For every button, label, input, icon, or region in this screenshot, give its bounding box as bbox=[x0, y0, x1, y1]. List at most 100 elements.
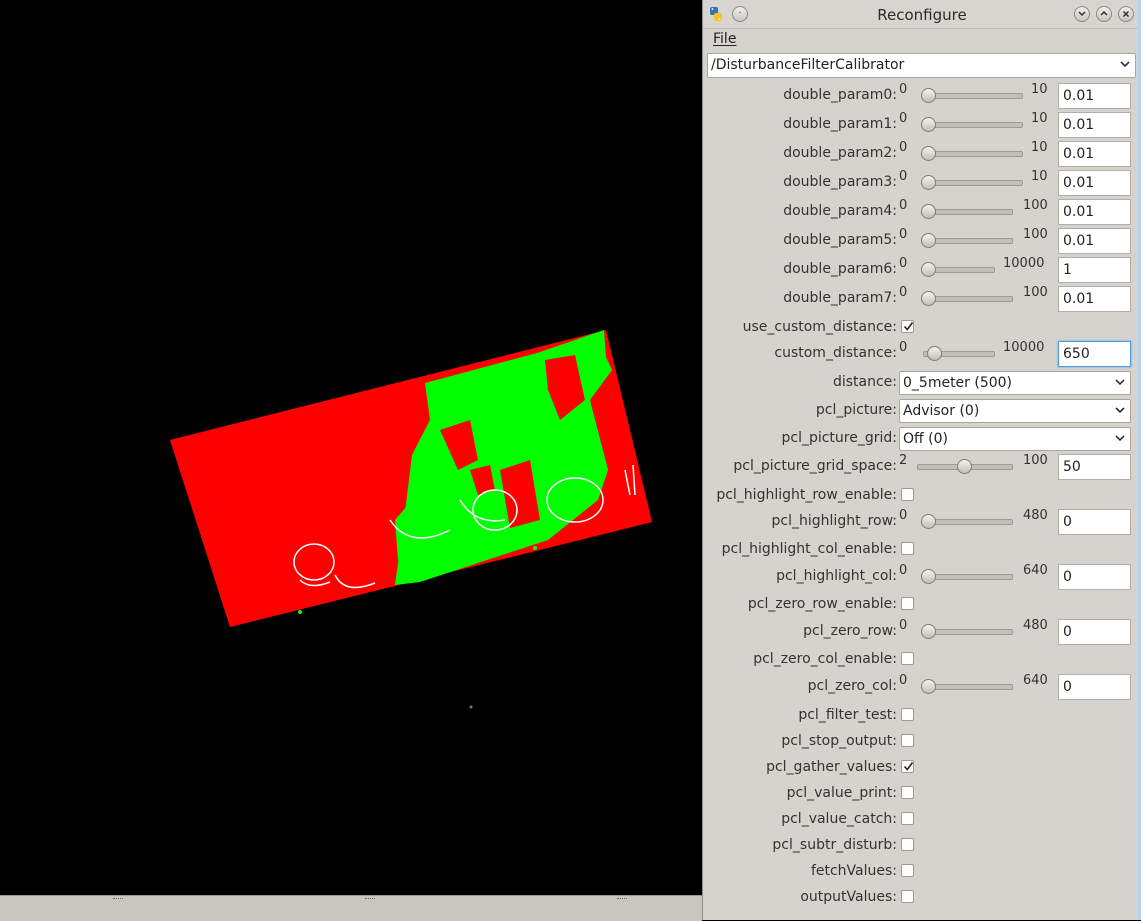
param-row: double_param3: 0 10 0.01 bbox=[703, 169, 1141, 198]
param-checkbox[interactable] bbox=[901, 488, 914, 501]
param-value-field[interactable]: 0.01 bbox=[1058, 83, 1131, 109]
slider-handle[interactable] bbox=[921, 624, 936, 639]
param-checkbox[interactable] bbox=[901, 864, 914, 877]
chevron-up-icon bbox=[1100, 10, 1108, 16]
param-value-field[interactable]: 0.01 bbox=[1058, 112, 1131, 138]
param-value-field[interactable]: 0 bbox=[1058, 564, 1131, 590]
param-checkbox[interactable] bbox=[901, 320, 914, 333]
param-label: double_param7: bbox=[783, 290, 897, 306]
param-label: pcl_value_catch: bbox=[781, 811, 897, 827]
param-label: use_custom_distance: bbox=[742, 319, 897, 335]
dropdown-value: Advisor (0) bbox=[903, 403, 980, 419]
param-label: pcl_zero_row: bbox=[803, 623, 897, 639]
slider-track[interactable] bbox=[921, 151, 1023, 157]
param-checkbox[interactable] bbox=[901, 890, 914, 903]
slider-min-value: 0 bbox=[899, 111, 908, 126]
param-value-field[interactable]: 0 bbox=[1058, 509, 1131, 535]
param-dropdown[interactable]: Advisor (0) bbox=[899, 399, 1131, 423]
slider-handle[interactable] bbox=[921, 262, 936, 277]
param-row: double_param7: 0 100 0.01 bbox=[703, 285, 1141, 314]
param-value-field[interactable]: 50 bbox=[1058, 454, 1131, 480]
param-dropdown[interactable]: Off (0) bbox=[899, 427, 1131, 451]
point-cloud-viewer[interactable] bbox=[0, 0, 702, 895]
param-row: pcl_filter_test: bbox=[703, 702, 1141, 731]
param-value-field[interactable]: 0.01 bbox=[1058, 228, 1131, 254]
slider-track[interactable] bbox=[921, 122, 1023, 128]
param-value-field[interactable]: 0.01 bbox=[1058, 286, 1131, 312]
splitter-grip[interactable] bbox=[365, 898, 375, 901]
param-row: pcl_picture_grid_space: 2 100 50 bbox=[703, 453, 1141, 482]
close-icon bbox=[1122, 10, 1130, 18]
param-checkbox[interactable] bbox=[901, 734, 914, 747]
param-dropdown[interactable]: 0_5meter (500) bbox=[899, 371, 1131, 395]
slider-max-value: 640 bbox=[1023, 563, 1048, 578]
param-row: double_param0: 0 10 0.01 bbox=[703, 82, 1141, 111]
param-row: pcl_gather_values: bbox=[703, 754, 1141, 783]
maximize-button[interactable] bbox=[1096, 6, 1112, 22]
slider-max-value: 640 bbox=[1023, 673, 1048, 688]
menu-file[interactable]: File bbox=[713, 31, 736, 47]
slider-handle[interactable] bbox=[921, 204, 936, 219]
slider-handle[interactable] bbox=[921, 175, 937, 190]
param-checkbox[interactable] bbox=[901, 708, 914, 721]
param-value-field[interactable]: 650 bbox=[1058, 341, 1131, 367]
slider-min-value: 0 bbox=[899, 82, 908, 97]
param-checkbox[interactable] bbox=[901, 542, 914, 555]
slider-handle[interactable] bbox=[921, 233, 936, 248]
slider-handle[interactable] bbox=[921, 146, 937, 161]
param-label: pcl_zero_col: bbox=[807, 678, 897, 694]
param-row: pcl_highlight_row: 0 480 0 bbox=[703, 508, 1141, 537]
param-value-field[interactable]: 0.01 bbox=[1058, 141, 1131, 167]
slider-min-value: 0 bbox=[899, 673, 908, 688]
param-checkbox[interactable] bbox=[901, 838, 914, 851]
param-row: pcl_value_print: bbox=[703, 780, 1141, 809]
slider-min-value: 0 bbox=[899, 285, 908, 300]
param-value-field[interactable]: 0.01 bbox=[1058, 199, 1131, 225]
title-bar[interactable]: · Reconfigure bbox=[703, 0, 1141, 29]
param-value-field[interactable]: 0 bbox=[1058, 674, 1131, 700]
slider-track[interactable] bbox=[921, 93, 1023, 99]
slider-max-value: 10 bbox=[1031, 111, 1048, 126]
param-row: use_custom_distance: bbox=[703, 314, 1141, 343]
slider-handle[interactable] bbox=[956, 459, 972, 474]
param-row: custom_distance: 0 10000 650 bbox=[703, 340, 1141, 369]
param-row: pcl_zero_row_enable: bbox=[703, 591, 1141, 620]
menu-bar: File bbox=[703, 28, 1141, 50]
param-checkbox[interactable] bbox=[901, 597, 914, 610]
param-value-field[interactable]: 0.01 bbox=[1058, 170, 1131, 196]
splitter-grip[interactable] bbox=[617, 898, 627, 901]
param-checkbox[interactable] bbox=[901, 652, 914, 665]
param-label: double_param1: bbox=[783, 116, 897, 132]
slider-max-value: 480 bbox=[1023, 508, 1048, 523]
param-row: distance: 0_5meter (500) bbox=[703, 369, 1141, 398]
slider-max-value: 100 bbox=[1023, 227, 1048, 242]
param-label: pcl_zero_col_enable: bbox=[753, 651, 897, 667]
slider-handle[interactable] bbox=[921, 569, 936, 584]
slider-handle[interactable] bbox=[921, 514, 936, 529]
param-label: pcl_zero_row_enable: bbox=[747, 596, 897, 612]
slider-handle[interactable] bbox=[921, 291, 936, 306]
param-label: pcl_highlight_row_enable: bbox=[716, 487, 897, 503]
param-label: pcl_picture: bbox=[815, 402, 897, 418]
param-checkbox[interactable] bbox=[901, 786, 914, 799]
param-value-field[interactable]: 0 bbox=[1058, 619, 1131, 645]
slider-handle[interactable] bbox=[921, 679, 936, 694]
param-checkbox[interactable] bbox=[901, 812, 914, 825]
slider-handle[interactable] bbox=[926, 346, 942, 361]
slider-max-value: 10000 bbox=[1003, 256, 1045, 271]
param-checkbox[interactable] bbox=[901, 760, 914, 773]
param-row: double_param4: 0 100 0.01 bbox=[703, 198, 1141, 227]
param-label: double_param2: bbox=[783, 145, 897, 161]
slider-track[interactable] bbox=[921, 180, 1023, 186]
param-value-field[interactable]: 1 bbox=[1058, 257, 1131, 283]
slider-min-value: 0 bbox=[899, 340, 908, 355]
checkmark-icon bbox=[903, 322, 914, 331]
slider-handle[interactable] bbox=[921, 117, 937, 132]
minimize-button[interactable] bbox=[1074, 6, 1090, 22]
param-label: pcl_gather_values: bbox=[766, 759, 897, 775]
close-button[interactable] bbox=[1118, 6, 1134, 22]
node-selector[interactable]: /DisturbanceFilterCalibrator bbox=[707, 53, 1136, 78]
slider-handle[interactable] bbox=[921, 88, 937, 103]
param-label: double_param5: bbox=[783, 232, 897, 248]
splitter-grip[interactable] bbox=[113, 898, 123, 901]
